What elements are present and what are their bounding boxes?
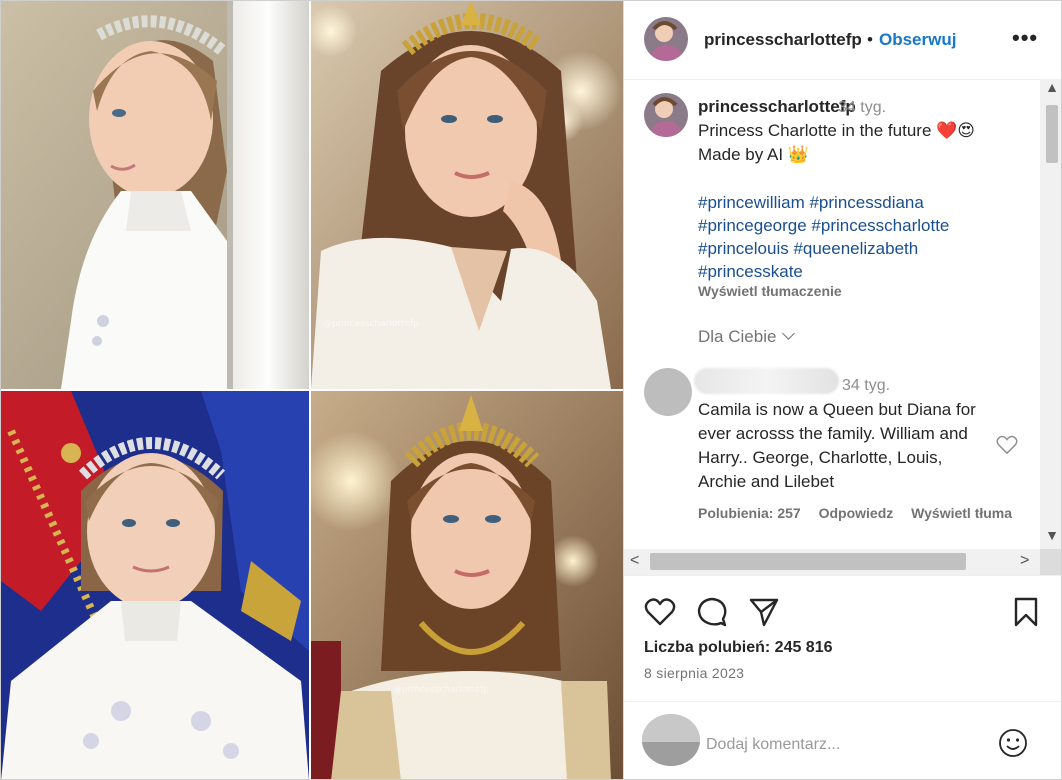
author-username[interactable]: princesscharlottefp (704, 30, 862, 50)
current-user-avatar (642, 714, 700, 766)
hashtag-line[interactable]: #princelouis #queenelizabeth (698, 237, 1018, 260)
horizontal-scrollbar[interactable]: < > (624, 549, 1040, 575)
author-avatar[interactable] (644, 17, 688, 61)
scroll-right-arrow-icon[interactable]: > (1020, 552, 1029, 570)
comment-icon[interactable] (696, 596, 728, 628)
post-header: princesscharlottefp • Obserwuj ••• (624, 1, 1061, 80)
header-separator: • (867, 30, 873, 49)
comment-likes-count[interactable]: Polubienia: 257 (698, 505, 801, 521)
comment-translate-link[interactable]: Wyświetl tłuma (911, 505, 1012, 521)
scroll-down-arrow-icon[interactable]: ▼ (1040, 527, 1061, 549)
vertical-scrollbar[interactable]: ▲ ▼ (1040, 79, 1061, 549)
hashtag-line[interactable]: #princegeorge #princesscharlotte (698, 214, 1018, 237)
heart-icon[interactable] (644, 596, 676, 628)
caption-line: Princess Charlotte in the future ❤️😍 (698, 121, 976, 140)
comment-text: Camila is now a Queen but Diana for ever… (698, 400, 976, 491)
comment-actions: Polubienia: 257 Odpowiedz Wyświetl tłuma (698, 505, 1026, 521)
screenshot-frame: @princesscharlottefp @princesscharlottef… (0, 0, 1062, 780)
photo-girl-front (1, 391, 309, 779)
scrollbar-corner (1040, 549, 1061, 575)
comment-time[interactable]: 34 tyg. (842, 377, 890, 395)
photo-ai-woman-hand: @princesscharlottefp (311, 1, 623, 389)
caption-username[interactable]: princesscharlottefp (698, 97, 856, 117)
add-comment-input[interactable] (704, 732, 998, 758)
caption-text: Princess Charlotte in the future ❤️😍 Mad… (698, 119, 1018, 167)
commenter-username-blurred (694, 368, 839, 394)
see-translation-link[interactable]: Wyświetl tłumaczenie (698, 283, 842, 299)
commenter-avatar[interactable] (644, 368, 692, 416)
add-comment-bar (624, 701, 1061, 779)
photo-girl-profile (1, 1, 309, 389)
watermark-text: @princesscharlottefp (323, 319, 419, 329)
more-options-icon[interactable]: ••• (1012, 25, 1038, 51)
watermark-text-2: @princesscharlottefp (393, 685, 489, 695)
bookmark-icon[interactable] (1010, 596, 1042, 628)
post-action-bar (624, 575, 1061, 646)
for-you-label: Dla Ciebie (698, 327, 777, 346)
caption-time[interactable]: 34 tyg. (838, 99, 886, 117)
hashtag-line[interactable]: #princewilliam #princessdiana (698, 191, 1018, 214)
horizontal-scroll-thumb[interactable] (650, 553, 966, 570)
vertical-scroll-thumb[interactable] (1046, 105, 1058, 163)
reply-button[interactable]: Odpowiedz (819, 505, 894, 521)
comment-like-heart-icon[interactable] (996, 435, 1018, 455)
for-you-dropdown[interactable]: Dla Ciebie (698, 327, 796, 347)
emoji-icon[interactable] (998, 728, 1028, 758)
scroll-left-arrow-icon[interactable]: < (630, 552, 639, 570)
scroll-up-arrow-icon[interactable]: ▲ (1040, 79, 1061, 101)
photo-ai-woman-hall: @princesscharlottefp (311, 391, 623, 779)
caption-avatar[interactable] (644, 93, 688, 137)
likes-count[interactable]: Liczba polubień: 245 816 (644, 639, 833, 657)
hashtag-line[interactable]: #princesskate (698, 260, 1018, 283)
follow-button[interactable]: Obserwuj (879, 30, 956, 50)
comments-area[interactable]: princesscharlottefp 34 tyg. Princess Cha… (624, 79, 1061, 549)
share-icon[interactable] (748, 596, 780, 628)
chevron-down-icon (782, 327, 796, 340)
post-image-collage[interactable]: @princesscharlottefp @princesscharlottef… (1, 1, 623, 779)
post-side-panel: princesscharlottefp • Obserwuj ••• princ… (623, 1, 1061, 779)
caption-line: Made by AI 👑 (698, 145, 809, 164)
post-date[interactable]: 8 sierpnia 2023 (644, 665, 744, 681)
caption-hashtags: #princewilliam #princessdiana #princegeo… (698, 191, 1018, 283)
